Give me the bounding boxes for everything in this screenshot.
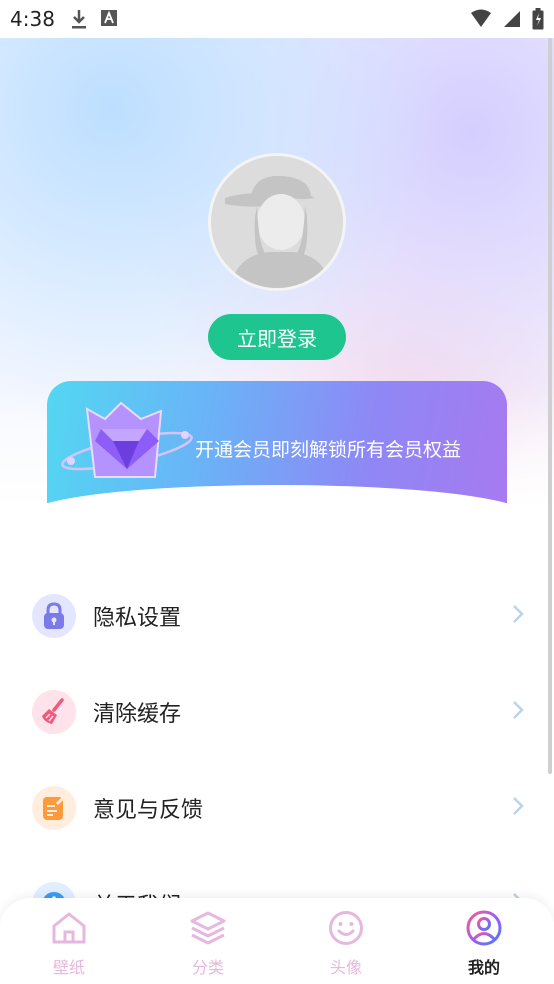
avatar[interactable] <box>208 153 346 291</box>
status-bar: 4:38 <box>0 0 554 38</box>
broom-icon <box>32 690 76 734</box>
menu-item-privacy[interactable]: 隐私设置 <box>0 568 554 664</box>
login-button[interactable]: 立即登录 <box>208 314 346 360</box>
status-time: 4:38 <box>10 7 55 31</box>
tab-wallpaper[interactable]: 壁纸 <box>19 910 119 980</box>
wifi-icon <box>470 9 492 33</box>
menu-item-label: 隐私设置 <box>93 606 182 631</box>
menu-item-clear-cache[interactable]: 清除缓存 <box>0 664 554 760</box>
menu-item-feedback[interactable]: 意见与反馈 <box>0 760 554 856</box>
signal-icon <box>502 9 522 33</box>
user-icon <box>465 910 503 950</box>
tab-label: 头像 <box>329 958 362 977</box>
feedback-icon <box>32 786 76 830</box>
lock-icon <box>32 594 76 638</box>
scrollbar[interactable] <box>548 38 552 774</box>
tab-label: 我的 <box>467 958 500 977</box>
chevron-right-icon <box>512 796 524 820</box>
menu-item-label: 清除缓存 <box>93 702 182 727</box>
home-icon <box>50 912 88 950</box>
diamond-crown-icon <box>57 389 197 489</box>
vip-banner-text: 开通会员即刻解锁所有会员权益 <box>195 439 462 461</box>
font-icon <box>100 8 118 34</box>
download-icon <box>70 8 88 34</box>
tab-label: 分类 <box>191 958 224 977</box>
bottom-tab-bar: 壁纸 分类 头像 我的 <box>0 898 554 984</box>
vip-banner[interactable]: 开通会员即刻解锁所有会员权益 <box>47 381 507 505</box>
menu-item-label: 意见与反馈 <box>93 798 204 823</box>
tab-label: 壁纸 <box>52 958 85 977</box>
tab-avatar[interactable]: 头像 <box>296 910 396 980</box>
tab-category[interactable]: 分类 <box>158 910 258 980</box>
chevron-right-icon <box>512 700 524 724</box>
tab-mine[interactable]: 我的 <box>434 910 534 980</box>
default-avatar-icon <box>211 156 343 288</box>
smile-icon <box>327 911 365 950</box>
layers-icon <box>189 911 227 950</box>
chevron-right-icon <box>512 604 524 628</box>
battery-icon <box>532 8 544 34</box>
